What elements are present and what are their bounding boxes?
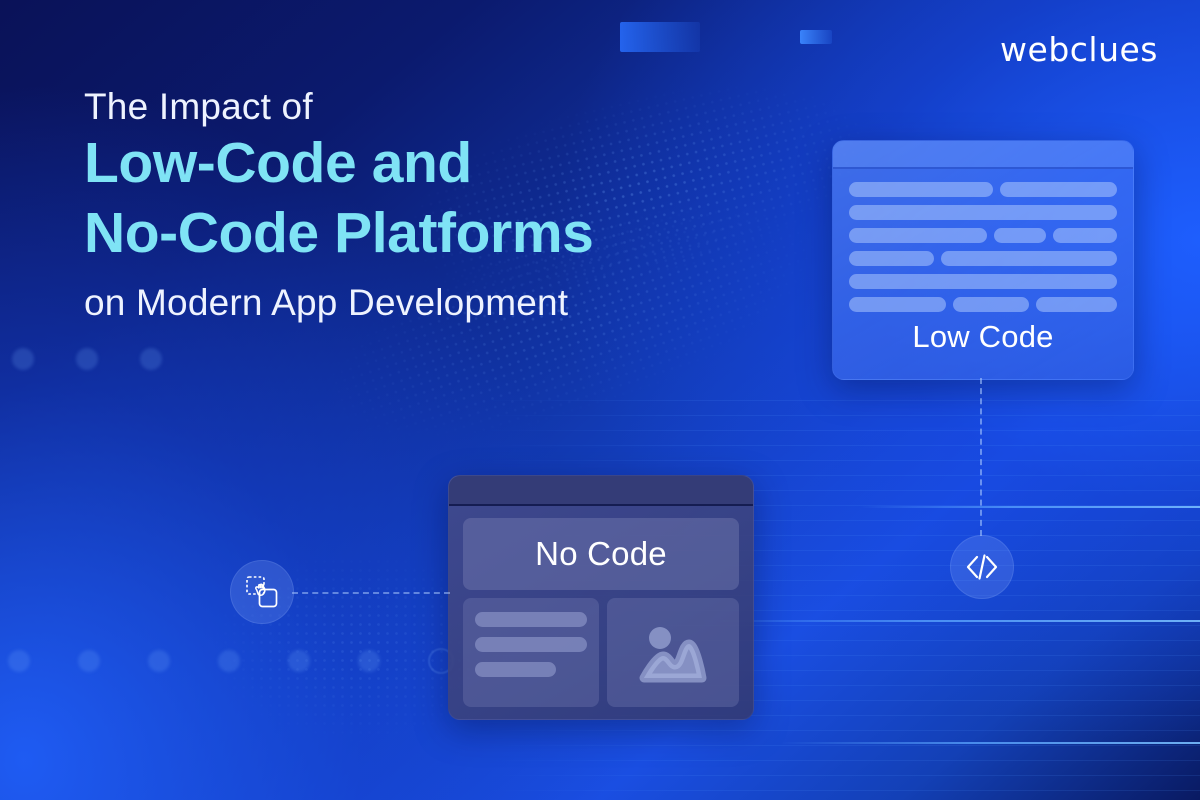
headline-line-4: on Modern App Development xyxy=(84,282,569,324)
deco-dot xyxy=(140,348,162,370)
code-line xyxy=(849,251,1117,266)
code-segment xyxy=(1035,297,1117,312)
image-placeholder-icon xyxy=(639,626,707,682)
webclues-logo[interactable]: webclues xyxy=(1000,30,1158,69)
code-segment xyxy=(941,251,1117,266)
code-line-list xyxy=(833,169,1133,312)
code-segment xyxy=(1053,228,1117,243)
headline-line-2: Low-Code and xyxy=(84,131,472,196)
no-code-media-panel xyxy=(607,598,739,707)
code-line xyxy=(849,205,1117,220)
no-code-caption: No Code xyxy=(535,535,667,572)
low-code-card-header xyxy=(833,141,1133,169)
no-code-card[interactable]: No Code xyxy=(448,475,754,720)
headline-block: The Impact of Low-Code and No-Code Platf… xyxy=(84,84,784,325)
deco-dot xyxy=(288,650,310,672)
headline-line-1: The Impact of xyxy=(84,86,313,127)
no-code-card-body: No Code xyxy=(449,506,753,719)
code-brackets-icon xyxy=(966,554,998,580)
scanline-accent xyxy=(860,506,1200,508)
deco-dot xyxy=(358,650,380,672)
deco-dot-row xyxy=(12,348,162,370)
no-code-text-bar xyxy=(475,662,556,677)
connector-low-code-to-code-badge xyxy=(980,378,982,536)
scanline-accent xyxy=(780,742,1200,744)
code-line xyxy=(849,228,1117,243)
code-line xyxy=(849,297,1117,312)
code-segment xyxy=(849,251,935,266)
code-line xyxy=(849,274,1117,289)
deco-rectangle-small xyxy=(800,30,832,44)
headline-line-3: No-Code Platforms xyxy=(84,200,594,265)
deco-dot-row xyxy=(8,648,454,674)
deco-rectangle-large xyxy=(620,22,700,52)
low-code-card[interactable]: Low Code xyxy=(832,140,1134,380)
low-code-card-body xyxy=(833,169,1133,312)
no-code-card-header xyxy=(449,476,753,506)
no-code-text-bar xyxy=(475,612,587,627)
deco-dot xyxy=(12,348,34,370)
code-segment xyxy=(849,228,987,243)
no-code-panel-group xyxy=(463,598,739,707)
code-badge[interactable] xyxy=(950,535,1014,599)
code-segment xyxy=(953,297,1029,312)
scanline-accent xyxy=(700,620,1200,622)
deco-dot xyxy=(78,650,100,672)
deco-dot xyxy=(76,348,98,370)
banner-canvas: webclues The Impact of Low-Code and No-C… xyxy=(0,0,1200,800)
code-segment xyxy=(849,205,1117,220)
code-segment xyxy=(1000,182,1117,197)
deco-dot xyxy=(8,650,30,672)
drag-and-drop-icon xyxy=(246,576,278,608)
code-line xyxy=(849,182,1117,197)
no-code-title-panel: No Code xyxy=(463,518,739,590)
low-code-caption: Low Code xyxy=(912,319,1054,354)
deco-dot xyxy=(148,650,170,672)
connector-drag-badge-to-no-code xyxy=(292,592,450,594)
no-code-text-bar xyxy=(475,637,587,652)
code-segment xyxy=(849,297,947,312)
code-segment xyxy=(849,182,994,197)
no-code-text-panel xyxy=(463,598,599,707)
code-segment xyxy=(993,228,1047,243)
code-segment xyxy=(849,274,1117,289)
deco-dot xyxy=(218,650,240,672)
drag-badge[interactable] xyxy=(230,560,294,624)
